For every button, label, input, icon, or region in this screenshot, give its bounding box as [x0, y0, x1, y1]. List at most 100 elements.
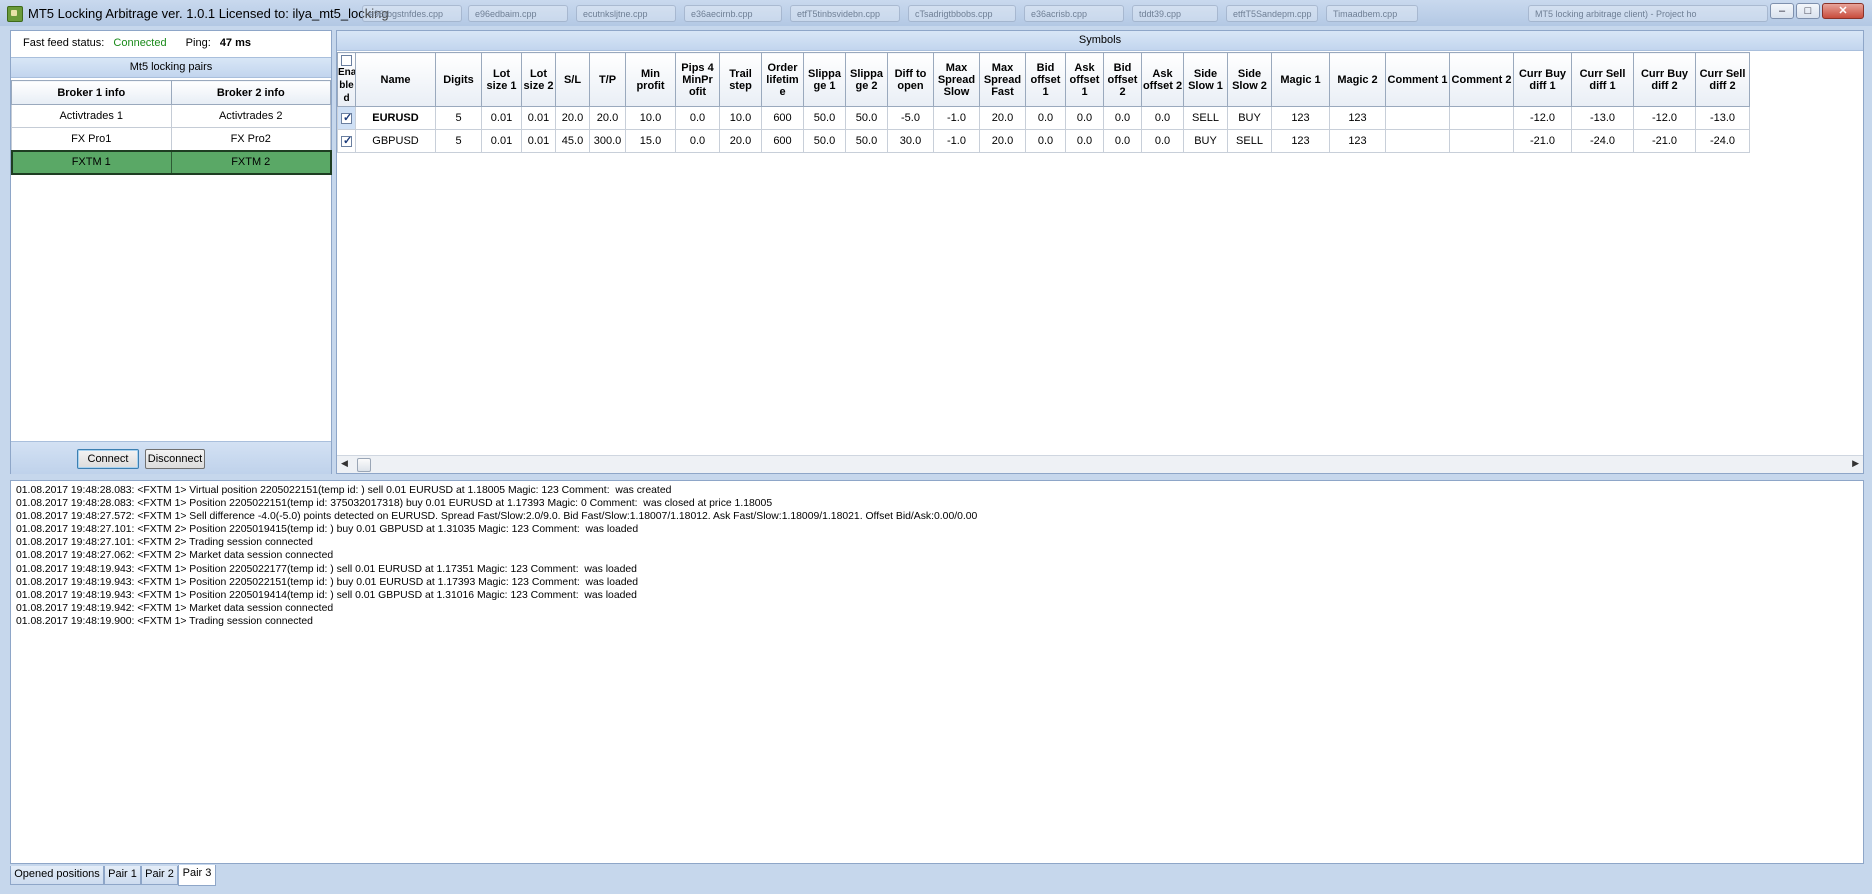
- symbol-row[interactable]: GBPUSD50.010.0145.0300.015.00.020.060050…: [337, 129, 1750, 153]
- symbol-cell[interactable]: SELL: [1183, 106, 1228, 130]
- horizontal-scrollbar[interactable]: ◀ ▶: [337, 455, 1863, 473]
- symbol-cell[interactable]: 0.0: [1103, 106, 1142, 130]
- symbol-cell[interactable]: -13.0: [1571, 106, 1634, 130]
- symbol-cell[interactable]: -12.0: [1513, 106, 1572, 130]
- tab-pair-2[interactable]: Pair 2: [141, 866, 178, 885]
- symbol-cell[interactable]: [1449, 106, 1514, 130]
- pair-broker2-cell[interactable]: Activtrades 2: [170, 104, 331, 128]
- symbol-cell[interactable]: 0.0: [675, 106, 720, 130]
- symbols-column-header[interactable]: Lot size 2: [521, 52, 556, 107]
- symbol-cell[interactable]: -5.0: [887, 106, 934, 130]
- tab-pair-3[interactable]: Pair 3: [178, 865, 216, 886]
- pair-broker2-cell[interactable]: FXTM 2: [170, 150, 331, 174]
- symbols-column-header[interactable]: Ask offset 2: [1141, 52, 1184, 107]
- symbol-cell[interactable]: 123: [1329, 129, 1386, 153]
- symbols-column-header[interactable]: Min profit: [625, 52, 676, 107]
- symbols-column-header[interactable]: Comment 1: [1385, 52, 1450, 107]
- symbols-column-header[interactable]: Name: [355, 52, 436, 107]
- maximize-button[interactable]: □: [1796, 3, 1820, 19]
- symbol-cell[interactable]: [1449, 129, 1514, 153]
- symbol-cell[interactable]: 10.0: [625, 106, 676, 130]
- symbol-cell[interactable]: 0.01: [521, 129, 556, 153]
- symbol-cell[interactable]: -21.0: [1513, 129, 1572, 153]
- symbol-cell[interactable]: BUY: [1183, 129, 1228, 153]
- symbol-cell[interactable]: -13.0: [1695, 106, 1750, 130]
- symbols-column-header[interactable]: Diff to open: [887, 52, 934, 107]
- symbol-cell[interactable]: 123: [1329, 106, 1386, 130]
- symbols-column-header[interactable]: Max Spread Slow: [933, 52, 980, 107]
- enabled-column-header[interactable]: Ena ble d: [337, 52, 356, 107]
- symbols-column-header[interactable]: Magic 2: [1329, 52, 1386, 107]
- symbol-cell[interactable]: 0.0: [675, 129, 720, 153]
- symbol-cell[interactable]: 5: [435, 129, 482, 153]
- symbol-cell[interactable]: 0.0: [1103, 129, 1142, 153]
- symbols-column-header[interactable]: Slippa ge 1: [803, 52, 846, 107]
- symbol-cell[interactable]: -12.0: [1633, 106, 1696, 130]
- symbol-cell[interactable]: 123: [1271, 129, 1330, 153]
- symbol-cell[interactable]: 20.0: [589, 106, 626, 130]
- symbols-column-header[interactable]: Side Slow 2: [1227, 52, 1272, 107]
- tab-opened-positions[interactable]: Opened positions: [10, 866, 104, 885]
- symbol-cell[interactable]: 0.0: [1025, 106, 1066, 130]
- symbols-column-header[interactable]: Max Spread Fast: [979, 52, 1026, 107]
- symbol-cell[interactable]: 20.0: [719, 129, 762, 153]
- scroll-right-icon[interactable]: ▶: [1852, 458, 1859, 469]
- symbols-column-header[interactable]: Slippa ge 2: [845, 52, 888, 107]
- pair-broker1-cell[interactable]: FXTM 1: [11, 150, 172, 174]
- symbols-column-header[interactable]: Curr Buy diff 2: [1633, 52, 1696, 107]
- symbol-cell[interactable]: -24.0: [1695, 129, 1750, 153]
- symbol-cell[interactable]: 0.01: [481, 129, 522, 153]
- enabled-cell[interactable]: [337, 106, 356, 130]
- symbol-cell[interactable]: 0.0: [1065, 106, 1104, 130]
- symbols-column-header[interactable]: Trail step: [719, 52, 762, 107]
- symbol-cell[interactable]: 600: [761, 106, 804, 130]
- symbols-column-header[interactable]: Bid offset 2: [1103, 52, 1142, 107]
- symbol-cell[interactable]: 5: [435, 106, 482, 130]
- symbols-column-header[interactable]: Order lifetim e: [761, 52, 804, 107]
- symbol-name-cell[interactable]: EURUSD: [355, 106, 436, 130]
- symbol-cell[interactable]: -1.0: [933, 106, 980, 130]
- symbols-column-header[interactable]: Curr Sell diff 1: [1571, 52, 1634, 107]
- symbols-column-header[interactable]: Pips 4 MinPr ofit: [675, 52, 720, 107]
- minimize-button[interactable]: –: [1770, 3, 1794, 19]
- symbol-cell[interactable]: [1385, 106, 1450, 130]
- symbol-cell[interactable]: 0.01: [481, 106, 522, 130]
- symbol-cell[interactable]: 20.0: [555, 106, 590, 130]
- symbol-cell[interactable]: 0.01: [521, 106, 556, 130]
- symbol-row[interactable]: EURUSD50.010.0120.020.010.00.010.060050.…: [337, 106, 1750, 130]
- symbol-cell[interactable]: 10.0: [719, 106, 762, 130]
- symbols-column-header[interactable]: T/P: [589, 52, 626, 107]
- symbol-cell[interactable]: 45.0: [555, 129, 590, 153]
- symbol-name-cell[interactable]: GBPUSD: [355, 129, 436, 153]
- pair-row[interactable]: Activtrades 1 Activtrades 2: [11, 104, 331, 128]
- symbol-cell[interactable]: 300.0: [589, 129, 626, 153]
- symbol-cell[interactable]: 0.0: [1025, 129, 1066, 153]
- symbols-column-header[interactable]: Curr Buy diff 1: [1513, 52, 1572, 107]
- select-all-checkbox[interactable]: [340, 54, 352, 66]
- symbols-column-header[interactable]: Ask offset 1: [1065, 52, 1104, 107]
- symbol-cell[interactable]: -21.0: [1633, 129, 1696, 153]
- symbol-cell[interactable]: 50.0: [803, 106, 846, 130]
- scrollbar-thumb[interactable]: [357, 458, 371, 472]
- pairs-column-header[interactable]: Broker 2 info: [170, 80, 331, 105]
- symbols-column-header[interactable]: Magic 1: [1271, 52, 1330, 107]
- pair-row-selected[interactable]: FXTM 1 FXTM 2: [10, 149, 332, 175]
- symbol-cell[interactable]: 50.0: [803, 129, 846, 153]
- connect-button[interactable]: Connect: [77, 449, 139, 469]
- symbol-cell[interactable]: 123: [1271, 106, 1330, 130]
- symbol-cell[interactable]: 50.0: [845, 129, 888, 153]
- symbol-cell[interactable]: 30.0: [887, 129, 934, 153]
- symbols-column-header[interactable]: Bid offset 1: [1025, 52, 1066, 107]
- enabled-cell[interactable]: [337, 129, 356, 153]
- symbols-column-header[interactable]: S/L: [555, 52, 590, 107]
- symbols-column-header[interactable]: Lot size 1: [481, 52, 522, 107]
- pair-broker1-cell[interactable]: FX Pro1: [11, 127, 172, 151]
- tab-pair-1[interactable]: Pair 1: [104, 866, 141, 885]
- pair-row[interactable]: FX Pro1 FX Pro2: [11, 127, 331, 151]
- symbols-column-header[interactable]: Side Slow 1: [1183, 52, 1228, 107]
- pair-broker1-cell[interactable]: Activtrades 1: [11, 104, 172, 128]
- symbols-column-header[interactable]: Curr Sell diff 2: [1695, 52, 1750, 107]
- symbol-cell[interactable]: 0.0: [1065, 129, 1104, 153]
- enabled-checkbox[interactable]: [341, 111, 352, 124]
- symbol-cell[interactable]: 50.0: [845, 106, 888, 130]
